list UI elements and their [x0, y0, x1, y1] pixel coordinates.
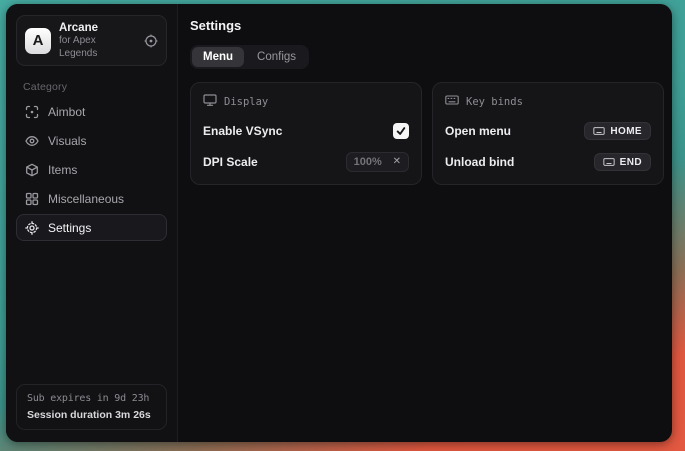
unload-bind-label: Unload bind — [445, 155, 514, 169]
display-card-title: Display — [224, 96, 268, 108]
dpi-scale-input[interactable] — [354, 156, 388, 168]
sidebar-item-aimbot[interactable]: Aimbot — [16, 98, 167, 125]
dpi-scale-control: ✕ — [346, 152, 409, 172]
grid-icon — [25, 192, 39, 206]
app-logo: A — [25, 28, 51, 54]
gear-icon — [25, 221, 39, 235]
display-card: Display Enable VSync DPI Scale ✕ — [190, 82, 422, 185]
keyboard-icon — [603, 157, 615, 167]
check-icon — [396, 126, 406, 136]
vsync-row: Enable VSync — [203, 121, 409, 141]
cube-icon — [25, 163, 39, 177]
sidebar-item-label: Settings — [48, 221, 91, 235]
session-duration-text: Session duration 3m 26s — [27, 409, 156, 421]
open-menu-row: Open menu HOME — [445, 121, 651, 141]
app-subtitle: for Apex Legends — [59, 35, 136, 60]
open-menu-bind-button[interactable]: HOME — [584, 122, 651, 140]
unload-bind-button[interactable]: END — [594, 153, 651, 171]
page-title: Settings — [190, 18, 664, 33]
subscription-info-box: Sub expires in 9d 23h Session duration 3… — [16, 384, 167, 430]
keybinds-card-title: Key binds — [466, 96, 523, 108]
sidebar-item-visuals[interactable]: Visuals — [16, 127, 167, 154]
crosshair-circle-icon[interactable] — [144, 34, 158, 48]
keyboard-icon — [593, 126, 605, 136]
app-identity: Arcane for Apex Legends — [59, 21, 136, 60]
dpi-row: DPI Scale ✕ — [203, 152, 409, 172]
sidebar-item-items[interactable]: Items — [16, 156, 167, 183]
tab-configs[interactable]: Configs — [246, 47, 307, 67]
sidebar-header: A Arcane for Apex Legends — [16, 15, 167, 66]
sidebar-item-settings[interactable]: Settings — [16, 214, 167, 241]
crosshair-scan-icon — [25, 105, 39, 119]
settings-cards: Display Enable VSync DPI Scale ✕ — [190, 82, 664, 185]
sidebar-item-miscellaneous[interactable]: Miscellaneous — [16, 185, 167, 212]
tab-bar: Menu Configs — [190, 45, 309, 69]
monitor-icon — [203, 93, 217, 110]
sidebar-item-label: Items — [48, 163, 77, 177]
unload-bind-row: Unload bind END — [445, 152, 651, 172]
sidebar-nav: Aimbot Visuals — [16, 98, 167, 241]
unload-bind-value: END — [620, 157, 642, 168]
sidebar-item-label: Aimbot — [48, 105, 85, 119]
vsync-label: Enable VSync — [203, 124, 282, 138]
display-card-header: Display — [203, 93, 409, 110]
dpi-label: DPI Scale — [203, 155, 258, 169]
keybinds-card: Key binds Open menu HOME — [432, 82, 664, 185]
vsync-checkbox[interactable] — [393, 123, 409, 139]
clear-icon[interactable]: ✕ — [393, 157, 401, 167]
eye-icon — [25, 134, 39, 148]
sub-expires-text: Sub expires in 9d 23h — [27, 393, 156, 404]
open-menu-bind-value: HOME — [610, 126, 642, 137]
sidebar: A Arcane for Apex Legends Category — [6, 4, 178, 442]
sidebar-item-label: Visuals — [48, 134, 86, 148]
sidebar-item-label: Miscellaneous — [48, 192, 124, 206]
app-title: Arcane — [59, 21, 136, 35]
keyboard-icon — [445, 93, 459, 110]
open-menu-label: Open menu — [445, 124, 511, 138]
category-label: Category — [23, 81, 167, 93]
app-window: A Arcane for Apex Legends Category — [6, 4, 672, 442]
keybinds-card-header: Key binds — [445, 93, 651, 110]
main-content: Settings Menu Configs Display — [178, 4, 676, 442]
tab-menu[interactable]: Menu — [192, 47, 244, 67]
